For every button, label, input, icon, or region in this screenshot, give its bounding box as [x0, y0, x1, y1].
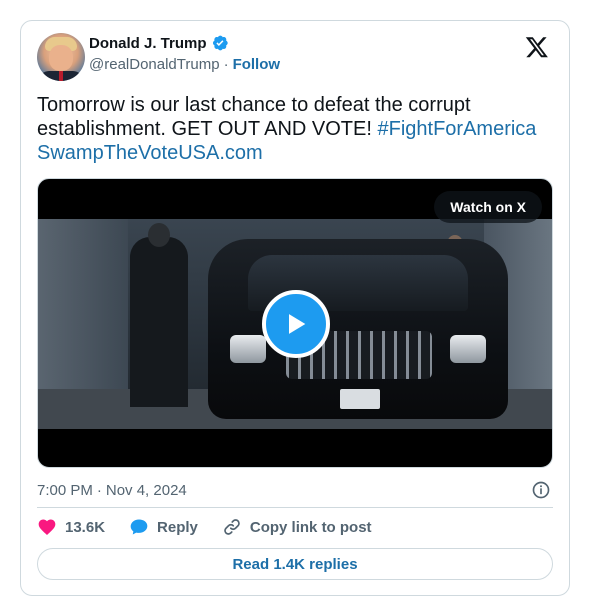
thumbnail-figure-head: [148, 223, 170, 247]
timestamp-separator: ·: [96, 481, 102, 499]
reply-button[interactable]: Reply: [129, 517, 198, 537]
play-button[interactable]: [262, 290, 330, 358]
info-icon[interactable]: [531, 480, 551, 500]
external-link[interactable]: SwampTheVoteUSA.com: [37, 142, 263, 164]
play-icon: [289, 314, 306, 334]
thumbnail-headlight: [230, 335, 266, 363]
x-logo-icon[interactable]: [525, 35, 549, 59]
verified-badge-icon: [212, 35, 228, 51]
thumbnail-figure-left: [130, 223, 188, 407]
author-avatar[interactable]: [37, 33, 85, 81]
follow-button[interactable]: Follow: [233, 56, 281, 73]
embedded-post-card: Donald J. Trump @realDonaldTrump · Follo…: [20, 20, 570, 596]
watch-on-x-button[interactable]: Watch on X: [434, 191, 542, 223]
author-name[interactable]: Donald J. Trump: [89, 35, 207, 52]
reply-label: Reply: [157, 518, 198, 536]
divider: [37, 507, 553, 508]
reply-bubble-icon: [130, 519, 148, 535]
post-date: Nov 4, 2024: [105, 481, 187, 499]
author-name-row: Donald J. Trump: [89, 34, 229, 52]
avatar-tie: [59, 71, 63, 81]
post-text: Tomorrow is our last chance to defeat th…: [37, 93, 557, 165]
read-replies-button[interactable]: Read 1.4K replies: [37, 548, 553, 580]
post-time: 7:00 PM: [37, 481, 93, 499]
link-icon: [224, 519, 240, 535]
post-header: Donald J. Trump @realDonaldTrump · Follo…: [37, 33, 553, 83]
author-handle[interactable]: @realDonaldTrump: [89, 56, 220, 73]
author-handle-row: @realDonaldTrump · Follow: [89, 56, 280, 73]
like-button[interactable]: 13.6K: [37, 517, 105, 537]
handle-separator: ·: [223, 56, 229, 73]
thumbnail-headlight: [450, 335, 486, 363]
thumbnail-limousine: [208, 239, 508, 419]
copy-link-label: Copy link to post: [249, 518, 372, 536]
post-timestamp[interactable]: 7:00 PM · Nov 4, 2024: [37, 478, 553, 502]
heart-icon: [38, 519, 56, 535]
post-actions: 13.6K Reply Copy link to post: [37, 515, 553, 539]
thumbnail-license-plate: [340, 389, 380, 409]
like-count: 13.6K: [65, 518, 106, 536]
hashtag-link[interactable]: #FightForAmerica: [377, 118, 536, 140]
avatar-face: [49, 45, 73, 71]
video-player[interactable]: Watch on X: [37, 178, 553, 468]
copy-link-button[interactable]: Copy link to post: [222, 517, 372, 537]
